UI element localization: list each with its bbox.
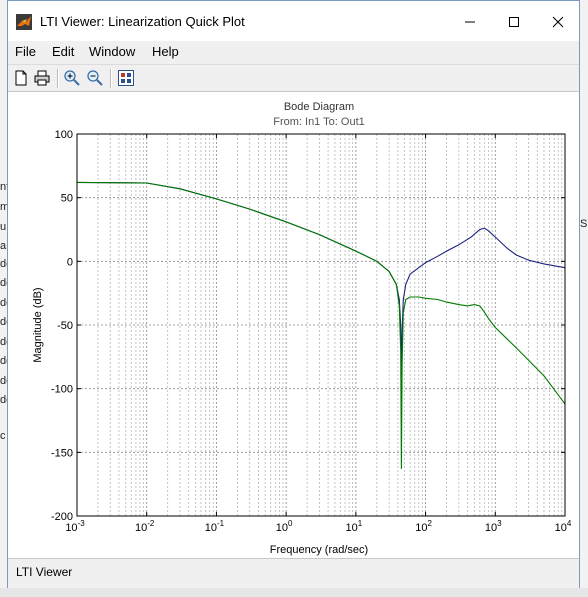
plot-config-icon[interactable] — [117, 69, 135, 87]
y-tick-label: 100 — [55, 129, 73, 141]
x-tick-label: 10-1 — [205, 519, 225, 534]
y-tick-label: 50 — [61, 193, 73, 205]
title-bar[interactable]: LTI Viewer: Linearization Quick Plot — [8, 1, 579, 41]
chart-subtitle: From: In1 To: Out1 — [273, 116, 365, 128]
toolbar-separator — [110, 69, 112, 88]
y-tick-label: 0 — [67, 256, 73, 268]
y-tick-label: -50 — [57, 320, 73, 332]
menu-file[interactable]: File — [15, 44, 36, 59]
print-icon[interactable] — [33, 69, 51, 87]
window-title: LTI Viewer: Linearization Quick Plot — [40, 14, 245, 29]
x-tick-label: 100 — [276, 519, 293, 534]
background-app-text: u — [0, 221, 7, 233]
menu-edit[interactable]: Edit — [52, 44, 74, 59]
chart-ticks: 100500-50-100-150-20010-3 10-2 10-1 100 101 1… — [51, 129, 572, 534]
menu-bar: File Edit Window Help — [8, 41, 579, 63]
background-app-text: a — [0, 240, 7, 252]
menu-window[interactable]: Window — [89, 44, 135, 59]
status-text: LTI Viewer — [16, 565, 73, 579]
chart-grid — [77, 134, 565, 516]
series-line-2 — [76, 181, 566, 469]
x-tick-label: 10-3 — [65, 519, 85, 534]
chart-title: Bode Diagram — [284, 101, 354, 113]
background-app-bottom — [0, 588, 588, 597]
background-app-text: c — [0, 430, 6, 442]
x-tick-label: 103 — [485, 519, 502, 534]
y-tick-label: -150 — [51, 447, 73, 459]
maximize-button[interactable] — [494, 7, 534, 37]
x-axis-label: Frequency (rad/sec) — [270, 544, 368, 556]
matlab-logo-icon — [16, 14, 32, 30]
x-tick-label: 101 — [346, 519, 363, 534]
x-tick-label: 102 — [415, 519, 432, 534]
y-tick-label: -100 — [51, 384, 73, 396]
x-tick-label: 104 — [555, 519, 572, 534]
new-file-icon[interactable] — [12, 69, 30, 87]
chart-series — [76, 181, 566, 469]
close-icon — [552, 16, 564, 28]
background-app-text-right: S — [580, 218, 588, 230]
status-bar: LTI Viewer — [8, 558, 579, 588]
zoom-out-icon[interactable] — [86, 69, 104, 87]
menu-help[interactable]: Help — [152, 44, 179, 59]
toolbar — [8, 64, 579, 92]
toolbar-separator — [57, 69, 59, 88]
bode-diagram[interactable]: Bode Diagram From: In1 To: Out1 Frequenc… — [8, 92, 579, 558]
x-tick-label: 10-2 — [135, 519, 155, 534]
y-axis-label: Magnitude (dB) — [32, 287, 44, 362]
minimize-icon — [465, 21, 475, 23]
plot-area: Bode Diagram From: In1 To: Out1 Frequenc… — [8, 92, 579, 558]
minimize-button[interactable] — [450, 7, 490, 37]
close-button[interactable] — [538, 7, 578, 37]
maximize-icon — [509, 17, 519, 27]
zoom-in-icon[interactable] — [63, 69, 81, 87]
lti-viewer-window: LTI Viewer: Linearization Quick Plot Fil… — [7, 0, 580, 588]
